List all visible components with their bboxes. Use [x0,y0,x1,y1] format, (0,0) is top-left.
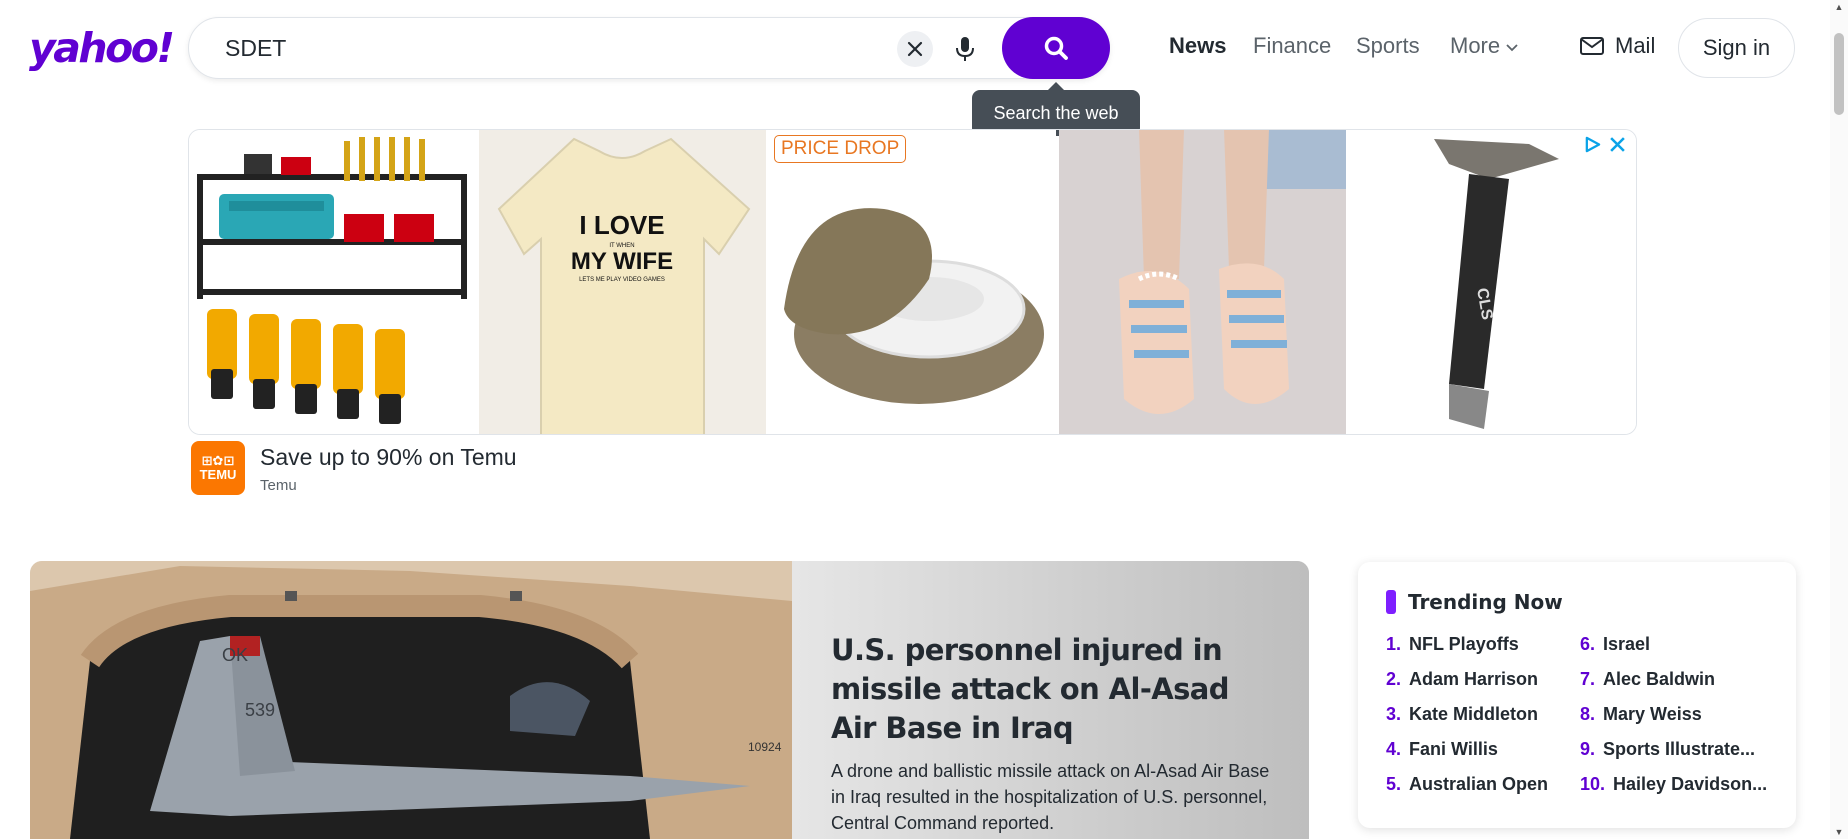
trending-item[interactable]: 4. Fani Willis [1386,739,1580,760]
tshirt-line-3: LETS ME PLAY VIDEO GAMES [579,277,665,283]
clear-search-button[interactable] [897,31,933,67]
trending-item[interactable]: 7. Alec Baldwin [1580,669,1774,690]
search-icon [1044,36,1068,60]
close-ad-icon[interactable] [1609,136,1626,153]
yahoo-logo[interactable]: yahoo! [29,28,175,69]
trending-rank: 5. [1386,774,1402,794]
trending-item[interactable]: 2. Adam Harrison [1386,669,1580,690]
trending-label[interactable]: Israel [1603,634,1650,655]
adchoices-icon[interactable] [1584,136,1601,153]
microphone-icon [956,37,974,61]
hero-headline[interactable]: U.S. personnel injured in missile attack… [831,631,1271,748]
ad-controls [1584,136,1626,153]
trending-label[interactable]: Hailey Davidson... [1613,774,1767,795]
scrollbar[interactable]: ▲ ▼ [1830,0,1848,839]
tshirt-line-1: I LOVE [579,210,664,240]
trending-rank: 3. [1386,704,1402,724]
trending-item[interactable]: 8. Mary Weiss [1580,704,1774,725]
scroll-thumb[interactable] [1834,33,1844,115]
ad-tile-sandals[interactable] [1059,130,1346,434]
chevron-down-icon [1506,44,1518,52]
tshirt-image: I LOVE IT WHEN MY WIFE LETS ME PLAY VIDE… [479,130,766,434]
ad-tile-tshirt[interactable]: I LOVE IT WHEN MY WIFE LETS ME PLAY VIDE… [479,130,766,434]
trending-label[interactable]: Fani Willis [1409,739,1498,760]
nav-finance-label[interactable]: Finance [1253,33,1331,59]
hero-jet-image: OK 539 10924 [30,561,792,839]
sign-in-button[interactable]: Sign in [1678,18,1795,78]
trending-item[interactable]: 3. Kate Middleton [1386,704,1580,725]
jet-tail-number: 539 [245,700,275,720]
hammer-tool-image: CLS [1349,130,1636,434]
hangar-number: 10924 [748,740,782,754]
jet-tail-code: OK [222,645,248,665]
sponge-image [769,130,1056,434]
trending-header: Trending Now [1386,590,1768,614]
trending-title: Trending Now [1408,590,1563,614]
search-input[interactable] [225,32,865,64]
nav-more-label[interactable]: More [1450,33,1500,59]
mail-label: Mail [1615,33,1656,58]
trending-rank: 2. [1386,669,1402,689]
hero-story-card[interactable]: OK 539 10924 U.S. personnel injured in m… [30,561,1309,839]
trending-item[interactable]: 9. Sports Illustrate... [1580,739,1774,760]
sandals-image [1059,130,1346,434]
trending-accent-bar [1386,590,1396,614]
tool-rack-image [189,130,476,434]
mail-icon [1580,37,1604,55]
trending-rank: 1. [1386,634,1402,654]
trending-rank: 6. [1580,634,1596,654]
trending-rank: 9. [1580,739,1596,759]
price-drop-badge: PRICE DROP [774,135,907,163]
ad-title[interactable]: Save up to 90% on Temu [260,444,517,471]
trending-item[interactable]: 1. NFL Playoffs [1386,634,1580,655]
trending-label[interactable]: Alec Baldwin [1603,669,1715,690]
temu-logo: ⊞✿⊡ TEMU [191,441,245,495]
scroll-down-arrow[interactable]: ▼ [1834,827,1844,837]
trending-item[interactable]: 6. Israel [1580,634,1774,655]
nav-sports-label[interactable]: Sports [1356,33,1420,59]
ad-advertiser: Temu [260,477,297,494]
ad-carousel[interactable]: I LOVE IT WHEN MY WIFE LETS ME PLAY VIDE… [188,129,1637,435]
trending-rank: 10. [1580,774,1606,794]
search-box [188,17,1110,79]
trending-label[interactable]: Adam Harrison [1409,669,1538,690]
nav-news[interactable]: News [1169,33,1226,59]
scroll-up-arrow[interactable]: ▲ [1834,2,1844,12]
trending-item[interactable]: 10. Hailey Davidson... [1580,774,1774,795]
ad-caption[interactable]: ⊞✿⊡ TEMU Save up to 90% on Temu Temu [191,441,517,495]
trending-item[interactable]: 5. Australian Open [1386,774,1580,795]
ad-tile-sponge[interactable]: PRICE DROP [769,130,1056,434]
ad-tile-tool-rack[interactable] [189,130,476,434]
nav-news-label[interactable]: News [1169,33,1226,59]
trending-label[interactable]: Sports Illustrate... [1603,739,1755,760]
trending-label[interactable]: Kate Middleton [1409,704,1538,725]
hero-summary: A drone and ballistic missile attack on … [831,761,1270,833]
trending-now-panel: Trending Now 1. NFL Playoffs 6. Israel 2. A… [1358,562,1796,828]
tshirt-line-2: MY WIFE [571,248,673,275]
trending-list: 1. NFL Playoffs 6. Israel 2. Adam Harrison … [1386,634,1768,795]
trending-label[interactable]: NFL Playoffs [1409,634,1519,655]
trending-rank: 7. [1580,669,1596,689]
hero-text-panel: U.S. personnel injured in missile attack… [792,561,1309,839]
voice-search-button[interactable] [947,31,983,67]
close-icon [907,41,923,57]
search-button[interactable] [1002,17,1110,79]
temu-logo-text: TEMU [199,467,237,482]
nav-sports[interactable]: Sports [1356,33,1420,59]
nav-more[interactable]: More [1450,33,1519,59]
mail-link[interactable]: Mail [1579,33,1655,59]
trending-rank: 8. [1580,704,1596,724]
trending-label[interactable]: Australian Open [1409,774,1548,795]
trending-rank: 4. [1386,739,1402,759]
temu-logo-glyphs: ⊞✿⊡ [201,452,235,468]
trending-label[interactable]: Mary Weiss [1603,704,1702,725]
ad-tile-hammer[interactable]: CLS [1349,130,1636,434]
nav-finance[interactable]: Finance [1253,33,1331,59]
